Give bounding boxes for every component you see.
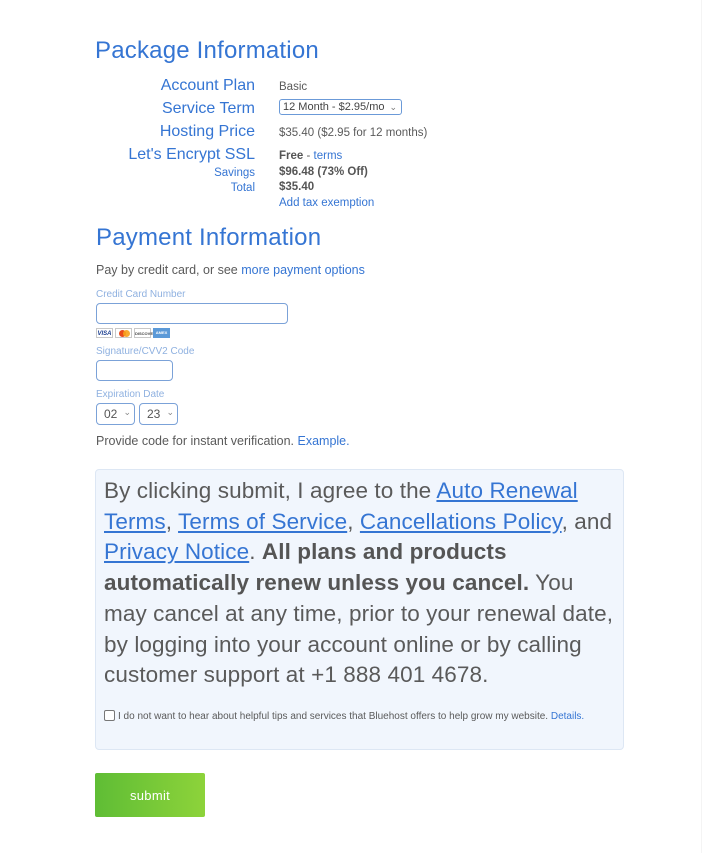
chevron-down-icon: ⌄ xyxy=(123,407,131,417)
mastercard-icon xyxy=(115,328,132,338)
expiration-month-select[interactable]: 02 ⌄ xyxy=(96,403,135,425)
account-plan-value: Basic xyxy=(279,81,308,93)
payment-information-heading: Payment Information xyxy=(96,224,322,251)
amex-card-icon: AMEX xyxy=(153,328,170,338)
submit-button[interactable]: submit xyxy=(95,773,205,817)
package-information-heading: Package Information xyxy=(95,37,319,64)
separator: , and xyxy=(561,508,613,534)
separator: . xyxy=(249,539,262,565)
privacy-notice-link[interactable]: Privacy Notice xyxy=(104,539,249,564)
verification-text: Provide code for instant verification. E… xyxy=(96,434,350,448)
separator: , xyxy=(347,508,360,534)
savings-value: $96.48 (73% Off) xyxy=(279,166,368,178)
visa-card-icon: VISA xyxy=(96,328,113,338)
total-label: Total xyxy=(230,182,255,194)
payment-method-text: Pay by credit card, or see more payment … xyxy=(96,263,365,277)
ssl-label: Let's Encrypt SSL xyxy=(128,146,255,163)
ssl-row: Let's Encrypt SSL Free - terms xyxy=(95,146,655,166)
cancellations-policy-link[interactable]: Cancellations Policy xyxy=(360,509,562,534)
service-term-row: Service Term 12 Month - $2.95/mo ⌄ xyxy=(95,99,655,120)
chevron-down-icon: ⌄ xyxy=(166,407,174,417)
cvv-code-input[interactable] xyxy=(96,360,173,381)
accepted-cards: VISA DISCOVER AMEX xyxy=(96,328,170,338)
agreement-box: By clicking submit, I agree to the Auto … xyxy=(95,469,624,750)
credit-card-label: Credit Card Number xyxy=(96,289,186,300)
hosting-price-value: $35.40 ($2.95 for 12 months) xyxy=(279,127,428,139)
marketing-optout-label: I do not want to hear about helpful tips… xyxy=(118,711,551,722)
separator: , xyxy=(165,508,179,534)
tax-row: Add tax exemption xyxy=(95,197,655,217)
savings-label: Savings xyxy=(214,167,255,179)
marketing-optout: I do not want to hear about helpful tips… xyxy=(104,710,604,724)
hosting-price-row: Hosting Price $35.40 ($2.95 for 12 month… xyxy=(95,123,655,143)
ssl-separator: - xyxy=(303,150,314,162)
marketing-optout-checkbox[interactable] xyxy=(104,710,115,721)
agreement-intro: By clicking submit, I agree to the xyxy=(104,478,437,503)
cvv-label: Signature/CVV2 Code xyxy=(96,346,195,357)
example-link[interactable]: Example. xyxy=(298,434,350,448)
expiration-year-select[interactable]: 23 ⌄ xyxy=(139,403,178,425)
chevron-down-icon: ⌄ xyxy=(389,102,397,112)
agreement-text: By clicking submit, I agree to the Auto … xyxy=(104,476,616,691)
expiration-date-label: Expiration Date xyxy=(96,389,165,400)
total-value: $35.40 xyxy=(279,181,315,193)
more-payment-options-link[interactable]: more payment options xyxy=(241,263,365,277)
expiration-month-value: 02 xyxy=(104,407,118,421)
credit-card-number-input[interactable] xyxy=(96,303,288,324)
account-plan-label: Account Plan xyxy=(160,77,255,94)
account-plan-row: Account Plan Basic xyxy=(95,77,655,97)
service-term-label: Service Term xyxy=(161,100,255,117)
ssl-value-group: Free - terms xyxy=(279,150,342,162)
hosting-price-label: Hosting Price xyxy=(159,123,255,140)
add-tax-exemption-link[interactable]: Add tax exemption xyxy=(279,197,374,209)
expiration-year-value: 23 xyxy=(147,407,161,421)
details-link[interactable]: Details. xyxy=(551,711,584,722)
ssl-value: Free xyxy=(279,150,304,162)
service-term-selected: 12 Month - $2.95/mo xyxy=(283,101,385,113)
service-term-select[interactable]: 12 Month - $2.95/mo ⌄ xyxy=(279,99,402,115)
pay-by-card-text: Pay by credit card, or see xyxy=(96,263,242,277)
discover-card-icon: DISCOVER xyxy=(134,328,156,338)
verification-hint: Provide code for instant verification. xyxy=(96,434,298,448)
ssl-terms-link[interactable]: terms xyxy=(314,150,343,162)
terms-of-service-link[interactable]: Terms of Service xyxy=(178,509,347,534)
